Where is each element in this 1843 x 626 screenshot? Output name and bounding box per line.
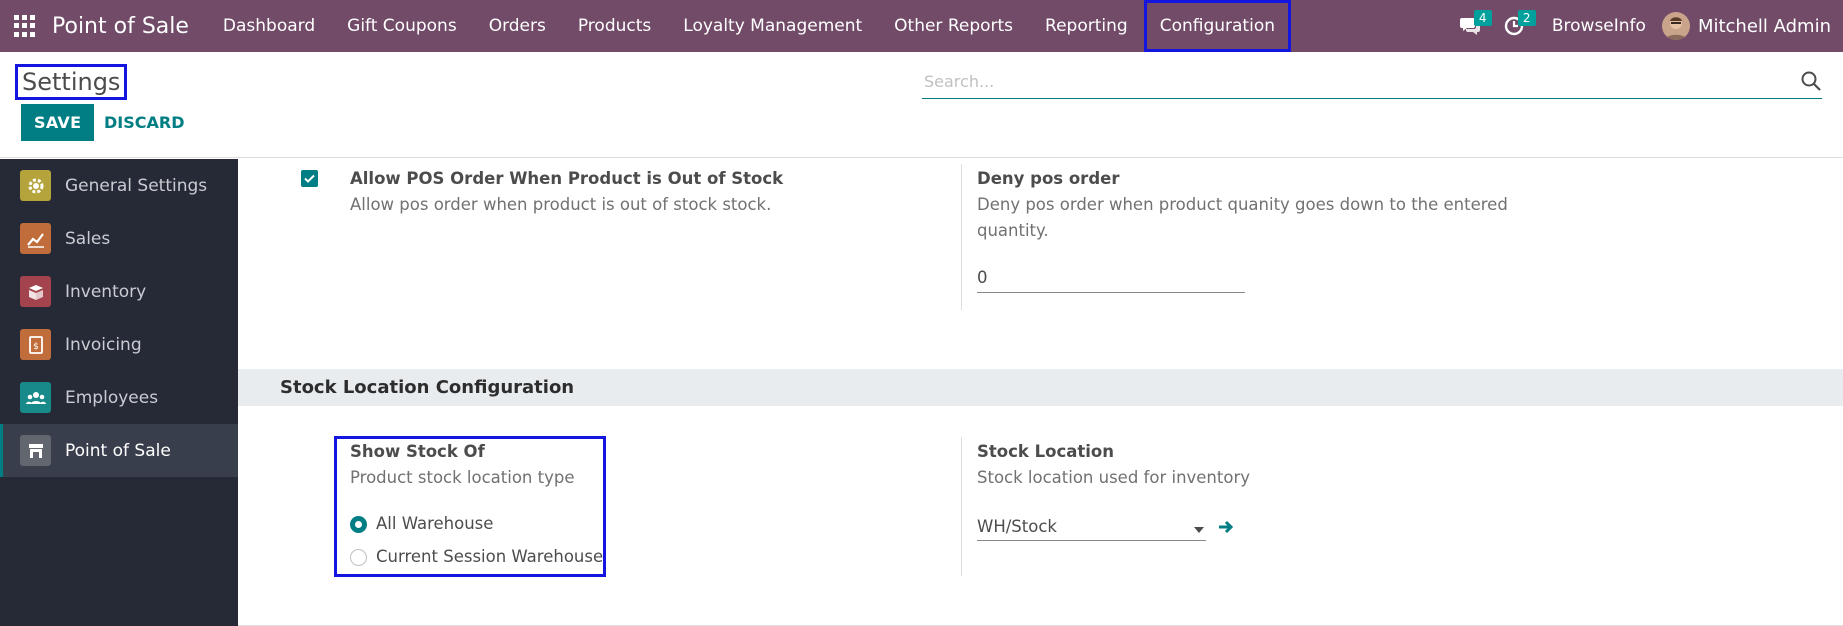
sidebar-item-label: Inventory [65,281,147,302]
sidebar-item-invoicing[interactable]: $ Invoicing [0,318,238,371]
deny-pos-quantity-value: 0 [977,268,988,287]
deny-pos-desc-cont: quantity. [977,221,1049,240]
settings-content: Allow POS Order When Product is Out of S… [238,159,1843,626]
store-icon [20,435,51,466]
stock-location-select[interactable]: WH/Stock [977,513,1206,541]
app-brand[interactable]: Point of Sale [52,14,189,39]
section-title: Stock Location Configuration [280,377,575,398]
control-panel: Settings SAVE DISCARD [0,52,1843,158]
menu-dashboard[interactable]: Dashboard [207,0,331,52]
column-divider [961,164,962,310]
svg-text:$: $ [33,342,39,352]
stock-location-desc: Stock location used for inventory [977,468,1251,487]
activities-button[interactable]: 2 [1492,0,1536,52]
deny-pos-desc: Deny pos order when product quanity goes… [977,195,1508,214]
deny-pos-title: Deny pos order [977,169,1120,188]
show-stock-title: Show Stock Of [350,442,485,461]
discard-button[interactable]: DISCARD [102,104,186,141]
menu-products[interactable]: Products [562,0,667,52]
menu-configuration[interactable]: Configuration [1143,0,1291,52]
menu-loyalty-management[interactable]: Loyalty Management [667,0,878,52]
messages-badge: 4 [1473,10,1492,26]
search-bar [922,64,1822,99]
radio-label-current-session-warehouse[interactable]: Current Session Warehouse [376,547,603,566]
save-button[interactable]: SAVE [21,104,95,141]
sidebar-item-employees[interactable]: Employees [0,371,238,424]
apps-menu-icon[interactable] [14,15,36,37]
radio-all-warehouse[interactable] [350,516,367,533]
caret-down-icon [1194,527,1204,533]
search-input[interactable] [922,64,1782,98]
search-icon[interactable] [1800,70,1822,92]
menu-gift-coupons[interactable]: Gift Coupons [331,0,473,52]
external-link-arrow-icon[interactable] [1218,519,1234,535]
stock-location-value: WH/Stock [977,517,1057,536]
show-stock-desc: Product stock location type [350,468,575,487]
sidebar-item-point-of-sale[interactable]: Point of Sale [0,424,238,477]
allow-pos-title: Allow POS Order When Product is Out of S… [350,169,784,188]
allow-pos-desc: Allow pos order when product is out of s… [350,195,772,214]
sidebar-item-label: General Settings [65,175,208,196]
menu-other-reports[interactable]: Other Reports [878,0,1029,52]
radio-label-all-warehouse[interactable]: All Warehouse [376,514,493,533]
user-menu[interactable]: Mitchell Admin [1661,12,1843,40]
navbar-systray: 4 2 BrowseInfo Mitchell Admin [1448,0,1843,52]
allow-pos-checkbox[interactable] [301,170,318,187]
avatar [1661,12,1690,40]
sidebar-item-sales[interactable]: Sales [0,212,238,265]
chart-icon [20,223,51,254]
user-name: Mitchell Admin [1697,15,1831,37]
settings-sidebar: General Settings Sales Inventory $ Invoi… [0,159,238,626]
column-divider [961,437,962,576]
messages-button[interactable]: 4 [1448,0,1492,52]
sidebar-item-label: Invoicing [65,334,142,355]
sidebar-item-inventory[interactable]: Inventory [0,265,238,318]
menu-orders[interactable]: Orders [473,0,562,52]
menu-reporting[interactable]: Reporting [1029,0,1144,52]
check-icon [304,174,315,183]
box-icon [20,276,51,307]
deny-pos-quantity-input[interactable]: 0 [977,266,1245,293]
page-title: Settings [15,64,128,100]
people-icon [20,382,51,413]
gear-icon [20,170,51,201]
sidebar-item-label: Employees [65,387,159,408]
radio-current-session-warehouse[interactable] [350,549,367,566]
invoice-icon: $ [20,329,51,360]
stock-location-title: Stock Location [977,442,1114,461]
top-navbar: Point of Sale Dashboard Gift Coupons Ord… [0,0,1843,52]
activities-badge: 2 [1517,10,1536,26]
sidebar-item-label: Sales [65,228,111,249]
company-switcher[interactable]: BrowseInfo [1536,16,1662,36]
sidebar-item-general-settings[interactable]: General Settings [0,159,238,212]
section-header: Stock Location Configuration [238,369,1843,406]
sidebar-item-label: Point of Sale [65,440,171,461]
